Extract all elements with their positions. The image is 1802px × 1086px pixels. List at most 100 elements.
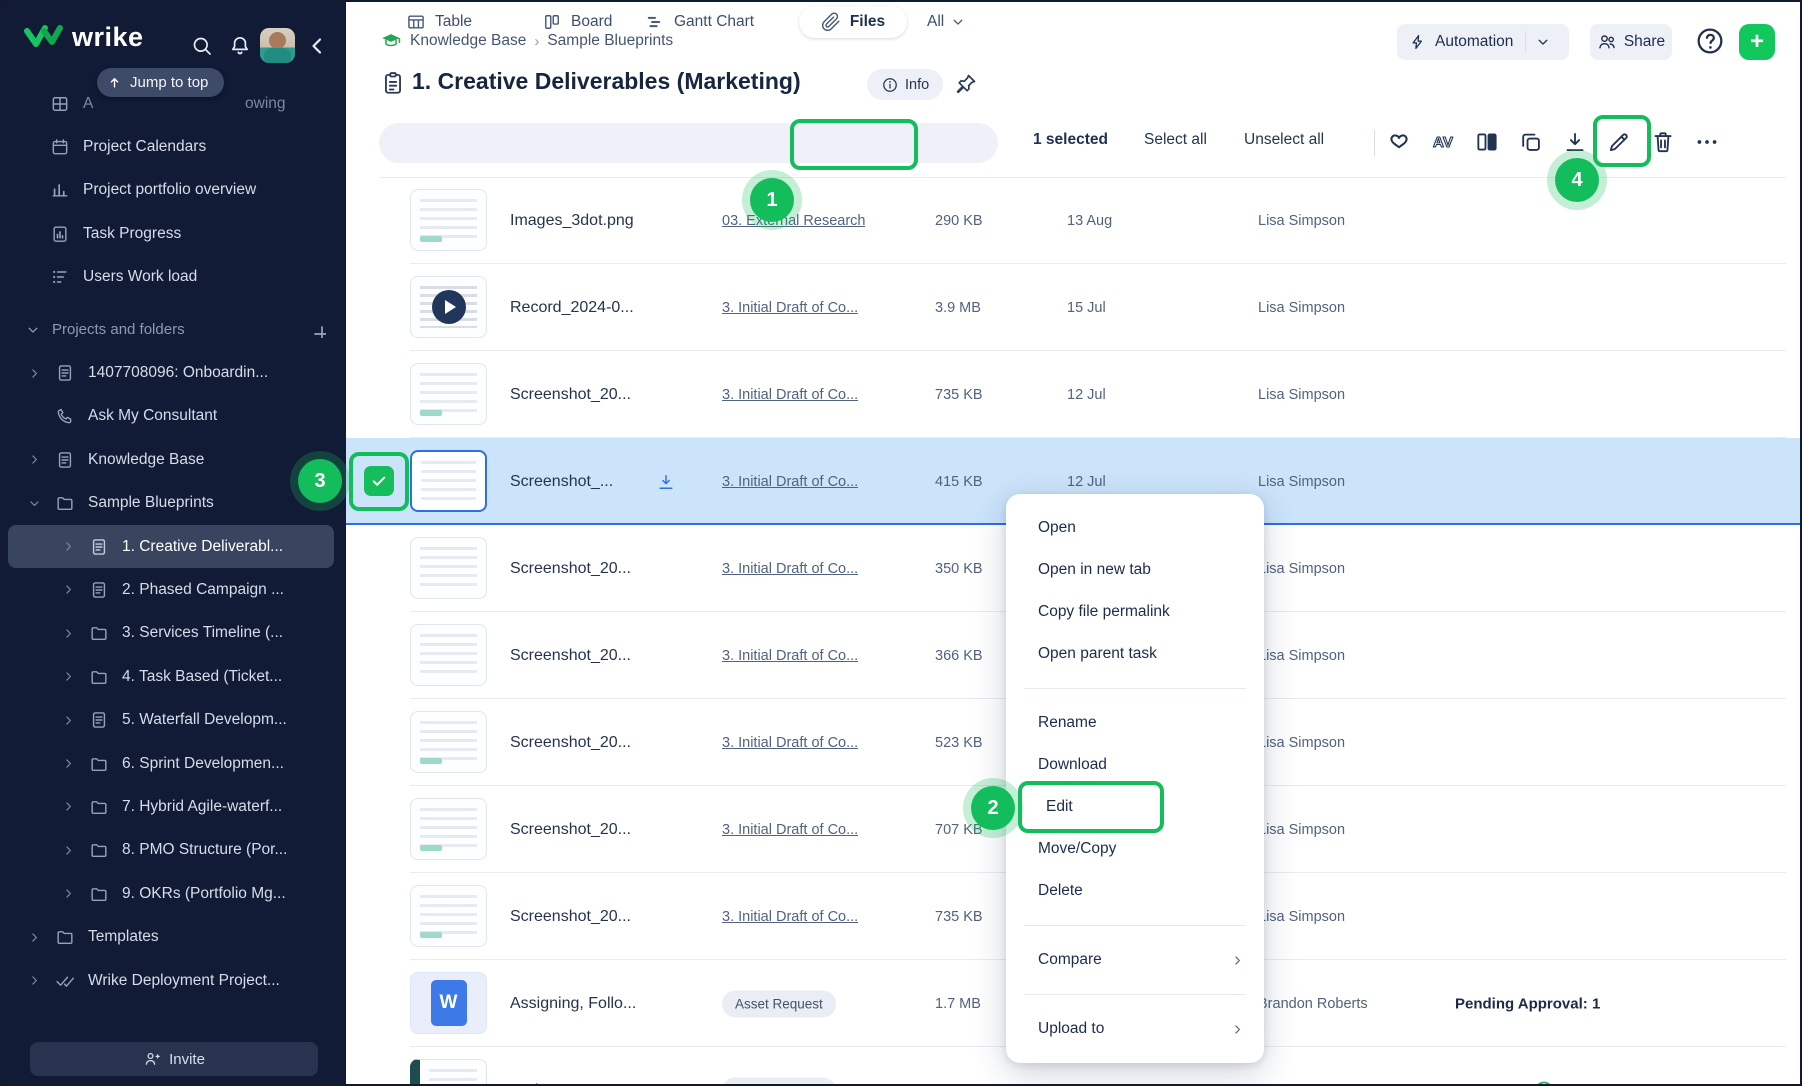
menu-item-rename[interactable]: Rename [1006, 702, 1264, 744]
sidebar-item-services-timeline[interactable]: 3. Services Timeline (... [2, 612, 346, 655]
file-name[interactable]: Assigning, Follo... [510, 995, 636, 1013]
quick-download-icon[interactable] [656, 472, 676, 492]
menu-item-delete[interactable]: Delete [1006, 870, 1264, 912]
edit-icon[interactable] [1606, 129, 1632, 155]
file-name[interactable]: Screenshot_20... [510, 386, 631, 404]
menu-item-download[interactable]: Download [1006, 744, 1264, 786]
file-folder-link[interactable]: 3. Initial Draft of Co... [722, 474, 858, 490]
file-thumbnail[interactable] [410, 450, 487, 512]
tab-gantt-chart[interactable]: Gantt Chart [645, 2, 754, 42]
sidebar-item-pmo-structure[interactable]: 8. PMO Structure (Por... [2, 829, 346, 872]
file-folder-link[interactable]: 3. Initial Draft of Co... [722, 822, 858, 838]
wrike-logo-text: wrike [72, 22, 144, 53]
automation-dropdown[interactable] [1526, 35, 1560, 49]
info-button[interactable]: Info [867, 69, 943, 100]
menu-item-compare[interactable]: Compare [1006, 939, 1264, 981]
file-row[interactable]: Screenshot_20... 3. Initial Draft of Co.… [346, 351, 1800, 438]
projects-and-folders-section[interactable]: Projects and folders [2, 308, 346, 351]
sidebar-item-knowledge-base[interactable]: Knowledge Base [2, 438, 346, 481]
file-thumbnail[interactable] [410, 885, 487, 947]
user-avatar[interactable] [260, 28, 295, 63]
sidebar-item-okrs[interactable]: 9. OKRs (Portfolio Mg... [2, 872, 346, 915]
sidebar-item-task-progress[interactable]: Task Progress [2, 212, 346, 255]
file-name[interactable]: Screenshot_20... [510, 647, 631, 665]
file-thumbnail[interactable] [410, 363, 487, 425]
download-icon[interactable] [1562, 129, 1588, 155]
select-all-button[interactable]: Select all [1144, 131, 1207, 149]
sidebar-item-task-based[interactable]: 4. Task Based (Ticket... [2, 655, 346, 698]
sidebar-item-templates[interactable]: Templates [2, 915, 346, 958]
menu-item-move-copy[interactable]: Move/Copy [1006, 828, 1264, 870]
sidebar-item-phased-campaign[interactable]: 2. Phased Campaign ... [2, 568, 346, 611]
file-name[interactable]: Screenshot_20... [510, 821, 631, 839]
file-folder-link[interactable]: 3. Initial Draft of Co... [722, 561, 858, 577]
add-project-icon[interactable] [310, 322, 326, 338]
sidebar-item-hybrid-agile-waterfall[interactable]: 7. Hybrid Agile-waterf... [2, 785, 346, 828]
file-folder-link[interactable]: 3. Initial Draft of Co... [722, 648, 858, 664]
create-new-button[interactable]: + [1739, 24, 1775, 60]
file-folder-link[interactable]: 03. External Research [722, 213, 865, 229]
file-folder-link[interactable]: 3. Initial Draft of Co... [722, 300, 858, 316]
file-name[interactable]: Record_2024-0... [510, 299, 634, 317]
approvals-icon[interactable] [1386, 129, 1412, 155]
unselect-all-button[interactable]: Unselect all [1244, 131, 1324, 149]
sidebar-item-sample-blueprints[interactable]: Sample Blueprints [2, 482, 346, 525]
file-name[interactable]: Screenshot_20... [510, 560, 631, 578]
row-checkbox-checked[interactable] [364, 466, 394, 496]
sidebar-item-creative-deliverables[interactable]: 1. Creative Deliverabl... [8, 525, 334, 568]
menu-item-open[interactable]: Open [1006, 507, 1264, 549]
duplicate-icon[interactable] [1518, 129, 1544, 155]
automation-button[interactable]: Automation [1397, 24, 1569, 60]
file-row[interactable]: Images_3dot.png 03. External Research 29… [346, 177, 1800, 264]
file-thumbnail[interactable] [410, 537, 487, 599]
sidebar-item-waterfall-development[interactable]: 5. Waterfall Developm... [2, 698, 346, 741]
sidebar-item-ask-my-consultant[interactable]: Ask My Consultant [2, 395, 346, 438]
pin-icon[interactable] [954, 72, 978, 96]
menu-item-edit[interactable]: Edit [1006, 786, 1264, 828]
menu-item-upload-to[interactable]: Upload to [1006, 1008, 1264, 1050]
invite-button[interactable]: Invite [30, 1042, 318, 1076]
wrike-window: wrike A owing Jump to top Project Calend… [0, 0, 1802, 1086]
files-filter-dropdown[interactable]: All [927, 2, 965, 42]
file-folder-link[interactable]: 3. Initial Draft of Co... [722, 909, 858, 925]
file-row[interactable]: Record_2024-0... 3. Initial Draft of Co.… [346, 264, 1800, 351]
sidebar-item-wrike-deployment-project[interactable]: Wrike Deployment Project... [2, 959, 346, 1002]
wrike-logo[interactable]: wrike [24, 22, 144, 53]
file-name[interactable]: Project A... [510, 1082, 587, 1086]
tab-files[interactable]: Files [799, 6, 907, 38]
file-name[interactable]: Images_3dot.png [510, 212, 634, 230]
word-file-thumbnail[interactable]: W [410, 972, 487, 1034]
file-name[interactable]: Screenshot_20... [510, 908, 631, 926]
tab-table[interactable]: Table [406, 2, 472, 42]
video-thumbnail[interactable] [410, 276, 487, 338]
sidebar-item-sprint-development[interactable]: 6. Sprint Developmen... [2, 742, 346, 785]
sidebar-item-hidden-by-tooltip[interactable]: A owing Jump to top [2, 82, 346, 125]
file-thumbnail[interactable] [410, 1059, 487, 1086]
file-folder-link[interactable]: 3. Initial Draft of Co... [722, 387, 858, 403]
collapse-sidebar-icon[interactable] [305, 34, 329, 58]
file-name[interactable]: Screenshot_... [510, 473, 613, 491]
delete-icon[interactable] [1650, 129, 1676, 155]
file-thumbnail[interactable] [410, 798, 487, 860]
menu-item-copy-file-permalink[interactable]: Copy file permalink [1006, 591, 1264, 633]
sidebar-item-project-portfolio-overview[interactable]: Project portfolio overview [2, 169, 346, 212]
file-thumbnail[interactable] [410, 624, 487, 686]
notifications-bell-icon[interactable] [228, 34, 252, 58]
sidebar-item-project-calendars[interactable]: Project Calendars [2, 125, 346, 168]
file-size: 735 KB [935, 387, 983, 403]
sidebar-item-users-work-load[interactable]: Users Work load [2, 256, 346, 299]
proofing-icon[interactable] [1430, 129, 1456, 155]
menu-item-open-in-new-tab[interactable]: Open in new tab [1006, 549, 1264, 591]
help-icon[interactable] [1694, 25, 1726, 57]
more-actions-icon[interactable] [1694, 129, 1720, 155]
file-name[interactable]: Screenshot_20... [510, 734, 631, 752]
tab-board[interactable]: Board [542, 2, 612, 42]
sidebar-item-onboarding[interactable]: 1407708096: Onboardin... [2, 351, 346, 394]
file-thumbnail[interactable] [410, 711, 487, 773]
compare-icon[interactable] [1474, 129, 1500, 155]
file-folder-link[interactable]: 3. Initial Draft of Co... [722, 735, 858, 751]
share-button[interactable]: Share [1590, 24, 1672, 60]
file-thumbnail[interactable] [410, 189, 487, 251]
menu-item-open-parent-task[interactable]: Open parent task [1006, 633, 1264, 675]
search-icon[interactable] [190, 34, 214, 58]
